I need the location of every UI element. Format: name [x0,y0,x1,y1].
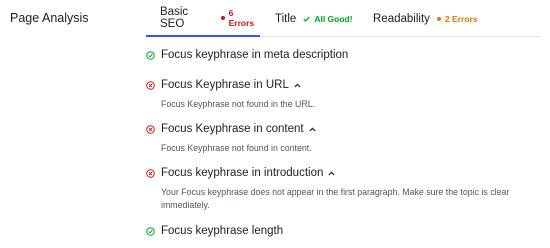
tab-label: Basic SEO [160,5,189,30]
section-title: Page Analysis [10,11,89,25]
error-dot-icon [220,15,225,20]
error-circle-icon [146,80,155,90]
result-label: Focus keyphrase in introduction [161,167,324,179]
result-item: Focus Keyphrase in content Focus Keyphra… [146,121,540,155]
tab-label: Readability [373,12,430,25]
chevron-up-icon[interactable] [294,82,301,88]
chevron-up-icon[interactable] [328,170,335,176]
page-analysis-panel: Page Analysis Basic SEO 6 Errors Title A… [0,0,550,248]
warning-dot-icon [436,16,441,21]
result-label: Focus Keyphrase in content [161,123,304,135]
check-circle-icon [146,226,155,236]
chevron-up-icon[interactable] [308,126,316,132]
tab-basic-seo[interactable]: Basic SEO 6 Errors [146,0,260,37]
all-good-badge: All Good! [303,13,353,24]
result-item: Focus Keyphrase in URL Focus Keyphrase n… [146,77,540,111]
result-description: Your Focus keyphrase does not appear in … [161,187,510,210]
badge-text: 6 Errors [228,7,255,28]
result-item: Focus keyphrase in introduction Your Foc… [146,165,540,212]
warning-count-badge: 2 Errors [436,13,478,24]
result-description: Focus Keyphrase not found in content. [161,143,312,153]
result-label: Focus keyphrase in meta description [161,49,349,61]
analysis-tabs: Basic SEO 6 Errors Title All Good! Reada… [146,0,540,37]
error-circle-icon [146,168,155,178]
badge-text: All Good! [314,13,353,24]
result-item: Focus keyphrase in meta description [146,47,540,63]
tab-label: Title [275,12,297,25]
result-description: Focus Keyphrase not found in the URL. [161,99,316,109]
error-count-badge: 6 Errors [220,7,260,28]
check-circle-icon [146,50,155,60]
check-icon [303,16,310,22]
tab-title[interactable]: Title All Good! [275,0,353,37]
result-label: Focus keyphrase length [161,225,284,237]
badge-text: 2 Errors [444,13,478,24]
result-label: Focus Keyphrase in URL [161,79,289,91]
tab-readability[interactable]: Readability 2 Errors [373,0,478,37]
result-item: Focus keyphrase length [146,223,540,239]
error-circle-icon [146,124,155,134]
